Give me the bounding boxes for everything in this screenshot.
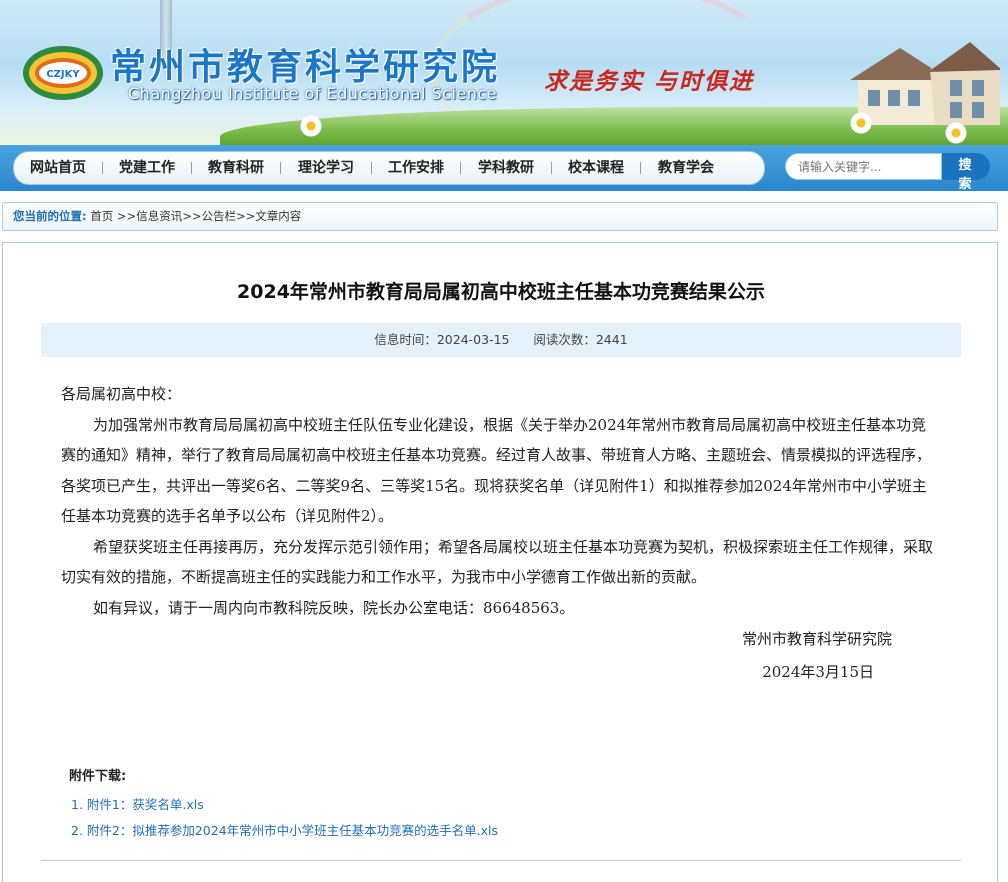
logo-text: CZJKY [46,69,80,80]
attachments-heading: 附件下载: [69,769,127,784]
nav-item-society[interactable]: 教育学会 [641,152,731,184]
daisy-icon [300,115,322,137]
breadcrumb-current: 文章内容 [255,209,302,223]
breadcrumb-news[interactable]: 信息资讯 [136,209,182,223]
nav-item-research[interactable]: 教育科研 [192,152,280,184]
article-views: 阅读次数：2441 [533,332,628,347]
breadcrumb-separator: >> [235,209,256,223]
article-date: 信息时间：2024-03-15 [374,332,510,347]
nav-item-party[interactable]: 党建工作 [103,152,191,184]
search-button[interactable]: 搜 索 [942,153,990,192]
article-info-bar: 信息时间：2024-03-15 阅读次数：2441 [41,323,961,357]
attachment-link[interactable]: 1. 附件1：获奖名单.xls [71,794,204,813]
nav-item-home[interactable]: 网站首页 [14,152,102,184]
article-greeting: 各局属初高中校： [61,385,182,403]
article-body: 各局属初高中校： 为加强常州市教育局局属初高中校班主任队伍专业化建设，根据《关于… [61,379,941,623]
nav-item-schedule[interactable]: 工作安排 [372,152,460,184]
signature-date: 2024年3月15日 [762,663,874,681]
article-paragraph: 为加强常州市教育局局属初高中校班主任队伍专业化建设，根据《关于举办2024年常州… [61,415,932,526]
site-subtitle: Changzhou Institute of Educational Scien… [128,84,498,103]
breadcrumb-separator: >> [182,209,202,223]
signature-org: 常州市教育科学研究院 [741,630,892,648]
daisy-icon [945,122,967,144]
site-slogan: 求是务实 与时俱进 [544,68,755,95]
institute-logo-icon: CZJKY [23,46,103,100]
breadcrumb-lead: 您当前的位置: [13,209,87,223]
breadcrumb-separator: >> [116,209,137,223]
nav-menu: 网站首页 党建工作 教育科研 理论学习 工作安排 学科教研 校本课程 教育学会 [13,151,765,185]
article-paragraph: 希望获奖班主任再接再厉，充分发挥示范引领作用；希望各局属校以班主任基本功竞赛为契… [61,537,934,587]
daisy-icon [850,112,872,134]
breadcrumb: 您当前的位置: 首页 >>信息资讯>>公告栏>>文章内容 [2,202,998,231]
breadcrumb-home[interactable]: 首页 [90,209,113,223]
nav-item-subject[interactable]: 学科教研 [461,152,551,184]
breadcrumb-bulletin[interactable]: 公告栏 [201,209,236,223]
nav-item-curriculum[interactable]: 校本课程 [552,152,640,184]
search-input[interactable] [785,153,942,180]
attachment-link[interactable]: 2. 附件2：拟推荐参加2024年常州市中小学班主任基本功竞赛的选手名单.xls [71,820,498,839]
article-title: 2024年常州市教育局局属初高中校班主任基本功竞赛结果公示 [237,281,765,303]
content-divider [41,860,961,861]
site-title[interactable]: 常州市教育科学研究院 [110,38,500,90]
header-banner: CZJKY 常州市教育科学研究院 Changzhou Institute of … [0,0,1008,145]
nav-item-theory[interactable]: 理论学习 [281,152,371,184]
article-container: 2024年常州市教育局局属初高中校班主任基本功竞赛结果公示 信息时间：2024-… [2,242,998,882]
article-paragraph: 如有异议，请于一周内向市教科院反映，院长办公室电话：86648563。 [93,598,575,617]
